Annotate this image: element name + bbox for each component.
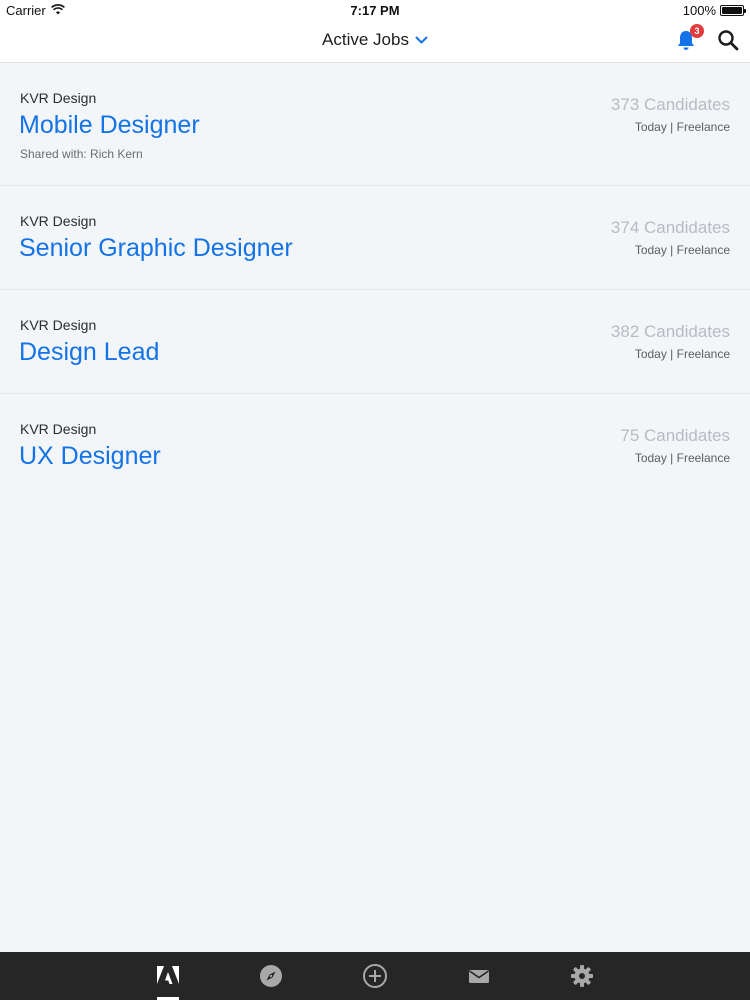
job-row[interactable]: KVR Design Senior Graphic Designer 374 C…: [0, 186, 750, 290]
add-circle-icon: [363, 964, 387, 992]
job-meta: Today | Freelance: [634, 120, 730, 134]
notification-badge: 3: [690, 24, 704, 38]
job-title[interactable]: Senior Graphic Designer: [19, 234, 293, 263]
tab-bar: [0, 952, 750, 1000]
bell-icon: [674, 31, 698, 56]
status-bar: Carrier 7:17 PM 100%: [0, 0, 750, 20]
battery-icon: [720, 5, 746, 16]
battery-percent: 100%: [682, 3, 716, 18]
page-title: Active Jobs: [322, 30, 409, 49]
mail-icon: [467, 970, 491, 992]
company-name: KVR Design: [20, 317, 97, 333]
battery-fill: [722, 7, 742, 14]
adobe-logo-icon: [156, 966, 180, 992]
job-title[interactable]: Design Lead: [19, 338, 159, 367]
job-title[interactable]: UX Designer: [19, 442, 161, 471]
job-title[interactable]: Mobile Designer: [19, 111, 200, 140]
company-name: KVR Design: [20, 90, 97, 106]
tab-create[interactable]: [363, 964, 387, 988]
job-row[interactable]: KVR Design Mobile Designer Shared with: …: [0, 63, 750, 186]
job-row[interactable]: KVR Design Design Lead 382 Candidates To…: [0, 290, 750, 394]
compass-icon: [259, 965, 283, 992]
tab-settings[interactable]: [570, 964, 594, 988]
notifications-button[interactable]: 3: [674, 24, 704, 52]
status-time: 7:17 PM: [350, 3, 400, 18]
candidate-count: 382 Candidates: [610, 322, 730, 341]
job-list: KVR Design Mobile Designer Shared with: …: [0, 63, 750, 498]
company-name: KVR Design: [20, 421, 97, 437]
gear-icon: [570, 965, 594, 992]
job-row[interactable]: KVR Design UX Designer 75 Candidates Tod…: [0, 394, 750, 498]
job-meta: Today | Freelance: [634, 243, 730, 257]
job-meta: Today | Freelance: [634, 347, 730, 361]
candidate-count: 374 Candidates: [610, 218, 730, 237]
status-right: 100%: [682, 3, 746, 18]
candidate-count: 75 Candidates: [620, 426, 730, 445]
chevron-down-icon: [415, 30, 428, 50]
company-name: KVR Design: [20, 213, 97, 229]
tab-messages[interactable]: [467, 964, 491, 988]
active-jobs-dropdown[interactable]: Active Jobs: [0, 30, 750, 50]
search-icon: [716, 30, 740, 56]
candidate-count: 373 Candidates: [610, 95, 730, 114]
job-meta: Today | Freelance: [634, 451, 730, 465]
nav-bar: Active Jobs 3: [0, 20, 750, 63]
search-button[interactable]: [716, 28, 740, 52]
nav-actions: 3: [674, 24, 740, 52]
shared-with: Shared with: Rich Kern: [20, 147, 143, 161]
tab-home[interactable]: [156, 964, 180, 988]
tab-discover[interactable]: [259, 964, 283, 988]
